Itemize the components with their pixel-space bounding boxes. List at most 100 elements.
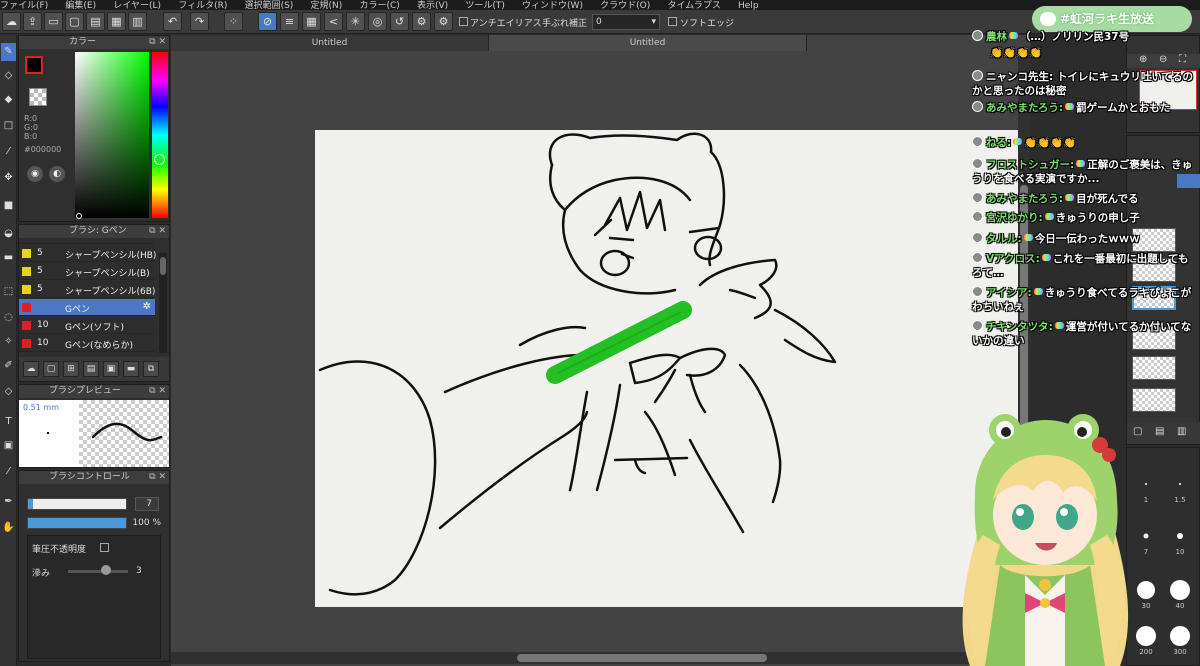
pen-tool-icon[interactable]: ⁄	[1, 143, 16, 161]
panel-close-icon[interactable]: ⧉ ✕	[149, 471, 166, 484]
canvas-horizontal-scrollbar[interactable]	[171, 652, 1030, 664]
hue-marker[interactable]	[154, 154, 165, 165]
brush-size-field[interactable]: 7	[135, 497, 159, 511]
member-badge-icon	[1013, 138, 1023, 145]
brush-size-300[interactable]: 300	[1165, 624, 1195, 660]
stabilizer-select[interactable]: 0 ▾	[592, 14, 660, 30]
brush-size-1-5[interactable]: 1.5	[1165, 472, 1195, 508]
divide-tool-icon[interactable]: ▣	[1, 437, 16, 455]
dotted-icon[interactable]: ⁘	[224, 12, 243, 31]
text-tool-icon[interactable]: T	[1, 413, 16, 431]
brush-size-10[interactable]: 10	[1165, 524, 1195, 560]
blur-slider-knob[interactable]	[101, 565, 111, 575]
brush-item-gpen-smooth[interactable]: 10 Gペン(なめらか)	[19, 335, 155, 352]
undo-icon[interactable]: ↶	[163, 12, 182, 31]
scrollbar-thumb[interactable]	[160, 257, 166, 275]
antialias-checkbox[interactable]	[459, 17, 468, 26]
brush-size-40[interactable]: 40	[1165, 578, 1195, 614]
select-pen-tool-icon[interactable]: ✐	[1, 357, 16, 375]
palette-icon[interactable]: ◉	[27, 166, 43, 182]
soft-edge-checkbox[interactable]	[668, 17, 677, 26]
menu-file[interactable]: ファイル(F)	[0, 1, 48, 10]
menu-cloud[interactable]: クラウド(O)	[600, 1, 650, 10]
menu-select[interactable]: 選択範囲(S)	[245, 1, 294, 10]
gear-icon[interactable]: ⚙	[434, 12, 453, 31]
menu-layer[interactable]: レイヤー(L)	[113, 1, 161, 10]
copy-icon[interactable]: ⧉	[143, 361, 159, 377]
picker-tool-icon[interactable]: ✒	[1, 493, 16, 511]
saturation-value-picker[interactable]	[75, 52, 149, 218]
eraser-tool-icon[interactable]: ◇	[1, 67, 16, 85]
rect-tool-icon[interactable]: □	[1, 117, 16, 135]
menu-timelapse[interactable]: タイムラプス	[667, 1, 720, 10]
blur-slider[interactable]	[68, 570, 128, 573]
copy-layer-icon[interactable]: ▤	[1155, 426, 1164, 437]
delete-brush-icon[interactable]: ▣	[103, 361, 119, 377]
panel-close-icon[interactable]: ⧉ ✕	[149, 225, 166, 238]
menu-color[interactable]: カラー(C)	[359, 1, 399, 10]
snap-off-icon[interactable]: ⊘	[258, 12, 277, 31]
color-history-icon[interactable]: ◐	[49, 166, 65, 182]
eyedropper-tool-icon[interactable]: ⁄	[1, 463, 16, 481]
foreground-color-swatch[interactable]	[25, 56, 43, 74]
panel-close-icon[interactable]: ⧉ ✕	[149, 36, 166, 49]
snap-circle-icon[interactable]: ◎	[368, 12, 387, 31]
menu-help[interactable]: Help	[738, 1, 759, 10]
snap-perspective-icon[interactable]: <	[324, 12, 343, 31]
brush-item-gpen[interactable]: Gペン ✲	[19, 299, 155, 316]
blur-tool-icon[interactable]: ◆	[1, 91, 16, 109]
cloud-brush-icon[interactable]: ☁	[23, 361, 39, 377]
magic-wand-tool-icon[interactable]: ✧	[1, 333, 16, 351]
menu-view[interactable]: 表示(V)	[417, 1, 448, 10]
layer-settings-icon[interactable]: ▥	[1177, 426, 1186, 437]
brush-opacity-slider[interactable]	[27, 517, 127, 529]
hue-slider[interactable]	[152, 52, 168, 218]
snap-parallel-icon[interactable]: ≡	[280, 12, 299, 31]
share-icon[interactable]: ⇪	[23, 12, 42, 31]
brush-item-sharp-hb[interactable]: 5 シャープペンシル(HB)	[19, 245, 156, 262]
file-icon[interactable]: ▤	[86, 12, 105, 31]
menu-ruler[interactable]: 定規(N)	[311, 1, 343, 10]
background-color-swatch[interactable]	[29, 88, 47, 106]
folder-icon[interactable]: ▬	[123, 361, 139, 377]
select-eraser-tool-icon[interactable]: ◇	[1, 383, 16, 401]
tab-untitled-2[interactable]: Untitled	[489, 35, 807, 51]
new-file-icon[interactable]: ▢	[65, 12, 84, 31]
brush-tool-icon[interactable]: ✎	[1, 43, 16, 61]
snap-radial-icon[interactable]: ✳	[346, 12, 365, 31]
comment-icon[interactable]: ▭	[44, 12, 63, 31]
brush-item-sharp-b[interactable]: 5 シャープペンシル(B)	[19, 263, 155, 280]
gradient-tool-icon[interactable]: ▬	[1, 249, 16, 267]
brush-settings-icon[interactable]: ▤	[83, 361, 99, 377]
menu-filter[interactable]: フィルタ(R)	[178, 1, 227, 10]
scrollbar-thumb[interactable]	[517, 654, 767, 662]
menu-tool[interactable]: ツール(T)	[465, 1, 505, 10]
bucket-tool-icon[interactable]: ◒	[1, 225, 16, 243]
brush-item-sharp-6b[interactable]: 5 シャープペンシル(6B)	[19, 281, 155, 298]
snap-curve-icon[interactable]: ↺	[390, 12, 409, 31]
menu-window[interactable]: ウィンドウ(W)	[522, 1, 583, 10]
brush-size-slider[interactable]	[27, 498, 127, 510]
redo-icon[interactable]: ↷	[190, 12, 209, 31]
sv-cursor[interactable]	[76, 213, 82, 219]
panel-close-icon[interactable]: ⧉ ✕	[149, 385, 166, 398]
select-rect-tool-icon[interactable]: ⬚	[1, 283, 16, 301]
grid-icon[interactable]: ▦	[107, 12, 126, 31]
menu-edit[interactable]: 編集(E)	[65, 1, 96, 10]
brush-item-gpen-soft[interactable]: 10 Gペン(ソフト)	[19, 317, 155, 334]
cloud-icon[interactable]: ☁	[2, 12, 21, 31]
settings-icon[interactable]: ⚙	[412, 12, 431, 31]
snap-grid-icon[interactable]: ▦	[302, 12, 321, 31]
fill-rect-tool-icon[interactable]: ■	[1, 197, 16, 215]
move-tool-icon[interactable]: ✥	[1, 169, 16, 187]
pressure-opacity-checkbox[interactable]	[100, 543, 109, 552]
hand-tool-icon[interactable]: ✋	[1, 519, 16, 537]
lasso-tool-icon[interactable]: ◌	[1, 309, 16, 327]
add-brush-icon[interactable]: ⊞	[63, 361, 79, 377]
tab-untitled-1[interactable]: Untitled	[171, 35, 489, 51]
gear-icon[interactable]: ✲	[143, 301, 151, 312]
brush-list-scrollbar[interactable]	[159, 253, 167, 353]
drawing-canvas[interactable]	[315, 130, 1030, 607]
document-icon[interactable]: ▥	[128, 12, 147, 31]
new-brush-icon[interactable]: ▢	[43, 361, 59, 377]
